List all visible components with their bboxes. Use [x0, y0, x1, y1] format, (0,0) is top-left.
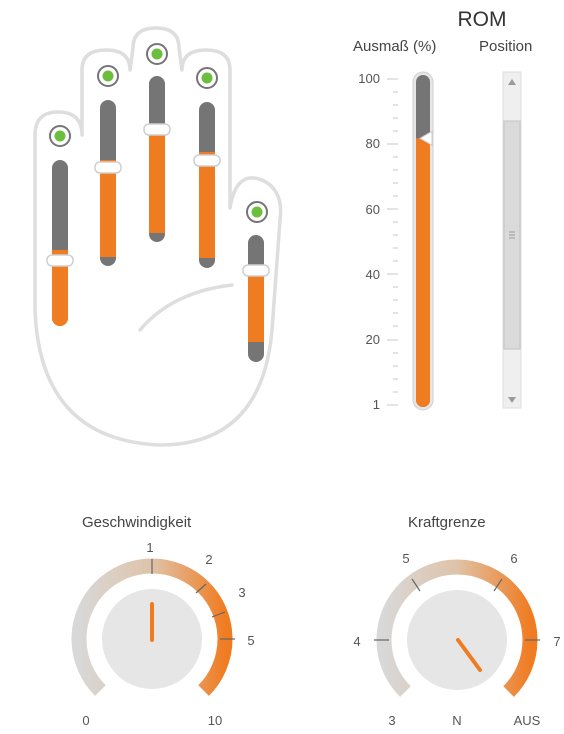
finger-ring-handle[interactable] — [94, 161, 122, 174]
finger-ring[interactable] — [94, 65, 122, 266]
force-label-6: 6 — [510, 551, 517, 566]
finger-ring-fill — [100, 160, 116, 257]
finger-index-handle[interactable] — [193, 154, 221, 167]
finger-thumb[interactable] — [242, 201, 270, 362]
finger-index-fill — [199, 152, 215, 258]
speed-label-3: 3 — [238, 585, 245, 600]
finger-index[interactable] — [193, 67, 221, 268]
force-label-aus: AUS — [514, 713, 541, 728]
gauges-svg: 0 1 2 3 5 10 3 4 5 6 7 N AUS — [71, 540, 561, 728]
rom-tick-60: 60 — [366, 202, 380, 217]
speed-gauge[interactable]: 0 1 2 3 5 10 — [71, 540, 255, 728]
rom-tick-20: 20 — [366, 332, 380, 347]
finger-middle-handle[interactable] — [143, 123, 171, 136]
force-label-4: 4 — [353, 634, 360, 649]
gauges-panel: Geschwindigkeit Kraftgrenze 0 1 2 3 5 10… — [0, 500, 564, 729]
rom-panel: ROM Ausmaß (%) Position 100 80 60 40 20 … — [340, 0, 564, 440]
speed-label-1: 1 — [146, 540, 153, 555]
speed-label-5: 5 — [247, 633, 254, 648]
rom-tick-80: 80 — [366, 136, 380, 151]
hand-diagram — [0, 0, 300, 460]
hand-svg — [33, 26, 283, 447]
force-label-7: 7 — [553, 634, 560, 649]
force-label-5: 5 — [402, 551, 409, 566]
speed-label-10: 10 — [208, 713, 222, 728]
speed-label-0: 0 — [82, 713, 89, 728]
position-scrollbar[interactable] — [502, 71, 522, 409]
force-gauge[interactable]: 3 4 5 6 7 N AUS — [353, 551, 560, 728]
finger-thumb-fill — [248, 268, 264, 342]
speed-label-2: 2 — [205, 552, 212, 567]
palm-crease — [138, 283, 234, 332]
rom-tick-1: 1 — [373, 397, 380, 412]
finger-little[interactable] — [46, 125, 74, 326]
rom-tick-100: 100 — [358, 71, 380, 86]
rom-tick-40: 40 — [366, 267, 380, 282]
speed-gauge-title: Geschwindigkeit — [82, 514, 192, 531]
force-gauge-title: Kraftgrenze — [408, 514, 486, 531]
finger-middle-fill — [149, 125, 165, 233]
rom-bar-fill — [416, 138, 430, 408]
finger-middle[interactable] — [143, 43, 171, 242]
force-label-3: 3 — [388, 713, 395, 728]
finger-thumb-handle[interactable] — [242, 264, 270, 277]
rom-tick-marks — [387, 78, 398, 406]
force-label-n: N — [452, 713, 461, 728]
finger-little-handle[interactable] — [46, 254, 74, 267]
rom-scale-svg: 100 80 60 40 20 1 — [358, 71, 522, 412]
